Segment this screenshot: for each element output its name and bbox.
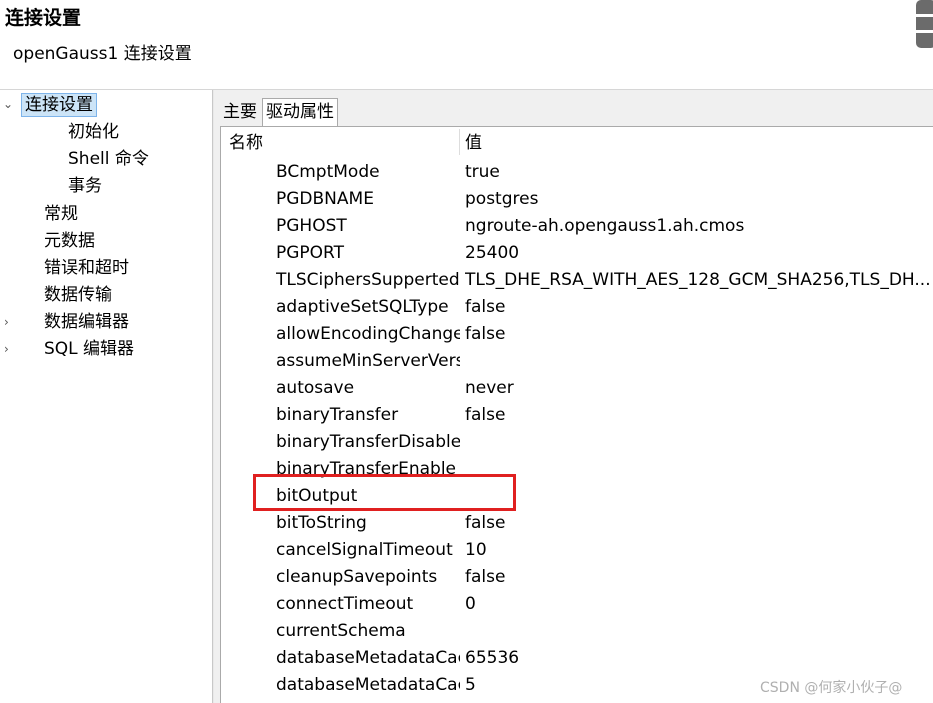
property-name: autosave (276, 378, 355, 398)
tree-item-label: 错误和超时 (44, 258, 129, 278)
property-name: cleanupSavepoints (276, 567, 438, 587)
tree-item-label: 事务 (68, 176, 102, 196)
property-name: allowEncodingChanges (276, 324, 460, 344)
column-separator[interactable] (459, 129, 460, 155)
driver-properties-table: 名称 值 BCmptMode true PGDBNAME postgres PGHO… (220, 126, 933, 703)
chevron-down-icon[interactable]: ⌄ (3, 91, 13, 117)
page-subtitle: openGauss1 连接设置 (13, 44, 192, 64)
tree-item-label: 元数据 (44, 231, 95, 251)
table-row[interactable]: PGPORT 25400 (221, 240, 933, 267)
page-title: 连接设置 (5, 7, 82, 29)
property-value[interactable]: 0 (465, 591, 932, 618)
property-name: databaseMetadataCacheFieldsMiB (276, 675, 460, 695)
table-row[interactable]: TLSCiphersSupperted TLS_DHE_RSA_WITH_AES_… (221, 267, 933, 294)
property-value[interactable]: 10 (465, 537, 932, 564)
property-name: TLSCiphersSupperted (276, 270, 460, 290)
property-name: binaryTransferDisable (276, 432, 460, 452)
property-name: adaptiveSetSQLType (276, 297, 449, 317)
property-value[interactable]: false (465, 321, 932, 348)
table-row[interactable]: PGHOST ngroute-ah.opengauss1.ah.cmos (221, 213, 933, 240)
highlight-annotation-box (253, 474, 516, 511)
tree-item-label: SQL 编辑器 (44, 339, 135, 359)
table-row[interactable]: BCmptMode true (221, 159, 933, 186)
table-row[interactable]: allowEncodingChanges false (221, 321, 933, 348)
tree-item-sql-editor[interactable]: SQL 编辑器 (44, 336, 134, 362)
property-name: binaryTransfer (276, 405, 399, 425)
table-row[interactable]: bitToString false (221, 510, 933, 537)
property-name: bitToString (276, 513, 367, 533)
tree-item-connection-settings[interactable]: 连接设置 (21, 92, 97, 118)
tree-item-data-transfer[interactable]: 数据传输 (44, 282, 112, 308)
property-value[interactable]: never (465, 375, 932, 402)
table-row[interactable]: currentSchema (221, 618, 933, 645)
table-row[interactable]: cleanupSavepoints false (221, 564, 933, 591)
tree-item-label: Shell 命令 (68, 149, 149, 169)
property-value[interactable]: false (465, 510, 932, 537)
column-header-name[interactable]: 名称 (229, 131, 263, 155)
table-row[interactable]: autosave never (221, 375, 933, 402)
property-value[interactable]: 25400 (465, 240, 932, 267)
header: 连接设置 openGauss1 连接设置 (0, 0, 933, 90)
tab-main[interactable]: 主要 (220, 98, 260, 126)
table-row[interactable]: binaryTransfer false (221, 402, 933, 429)
tree-item-general[interactable]: 常规 (44, 201, 78, 227)
table-row[interactable]: binaryTransferDisable (221, 429, 933, 456)
chevron-right-icon[interactable]: › (4, 309, 9, 335)
property-value[interactable]: true (465, 159, 932, 186)
properties-pane: 主要 驱动属性 名称 值 BCmptMode true PGDBNAME postg… (214, 90, 933, 703)
table-row[interactable]: cancelSignalTimeout 10 (221, 537, 933, 564)
property-value[interactable]: false (465, 294, 932, 321)
tree-item-init[interactable]: 初始化 (68, 119, 119, 145)
property-name: currentSchema (276, 621, 406, 641)
tree-item-label: 连接设置 (21, 93, 97, 117)
property-value[interactable]: TLS_DHE_RSA_WITH_AES_128_GCM_SHA256,TLS_… (465, 267, 932, 294)
tree-item-shell-commands[interactable]: Shell 命令 (68, 146, 149, 172)
tree-item-metadata[interactable]: 元数据 (44, 228, 95, 254)
column-header-value[interactable]: 值 (465, 131, 482, 155)
property-value[interactable]: 65536 (465, 645, 932, 672)
property-name: PGHOST (276, 216, 347, 236)
property-name: PGPORT (276, 243, 345, 263)
tree-item-label: 初始化 (68, 122, 119, 142)
table-row[interactable]: assumeMinServerVersion (221, 348, 933, 375)
tree-item-transactions[interactable]: 事务 (68, 173, 102, 199)
table-row[interactable]: connectTimeout 0 (221, 591, 933, 618)
property-name: connectTimeout (276, 594, 414, 614)
property-value[interactable]: postgres (465, 186, 932, 213)
tree-item-label: 数据传输 (44, 285, 112, 305)
tree-item-label: 常规 (44, 204, 78, 224)
property-value[interactable]: false (465, 402, 932, 429)
table-row[interactable]: adaptiveSetSQLType false (221, 294, 933, 321)
tree-item-data-editor[interactable]: 数据编辑器 (44, 309, 129, 335)
tree-item-label: 数据编辑器 (44, 312, 129, 332)
database-icon (916, 0, 933, 48)
property-name: assumeMinServerVersion (276, 351, 460, 371)
property-name: PGDBNAME (276, 189, 374, 209)
table-row[interactable]: PGDBNAME postgres (221, 186, 933, 213)
property-name: databaseMetadataCacheFields (276, 648, 460, 668)
watermark: CSDN @何家小伙子@ (760, 680, 903, 696)
property-name: BCmptMode (276, 162, 380, 182)
settings-tree: ⌄ 连接设置 初始化 Shell 命令 事务 常规 元数据 错误和超时 数据传输… (0, 90, 212, 703)
chevron-right-icon[interactable]: › (4, 336, 9, 362)
property-value[interactable]: false (465, 564, 932, 591)
tab-driver-properties[interactable]: 驱动属性 (262, 98, 338, 126)
tree-item-errors-timeouts[interactable]: 错误和超时 (44, 255, 129, 281)
property-value[interactable]: ngroute-ah.opengauss1.ah.cmos (465, 213, 932, 240)
table-row[interactable]: databaseMetadataCacheFields65536 (221, 645, 933, 672)
property-name: cancelSignalTimeout (276, 540, 453, 560)
